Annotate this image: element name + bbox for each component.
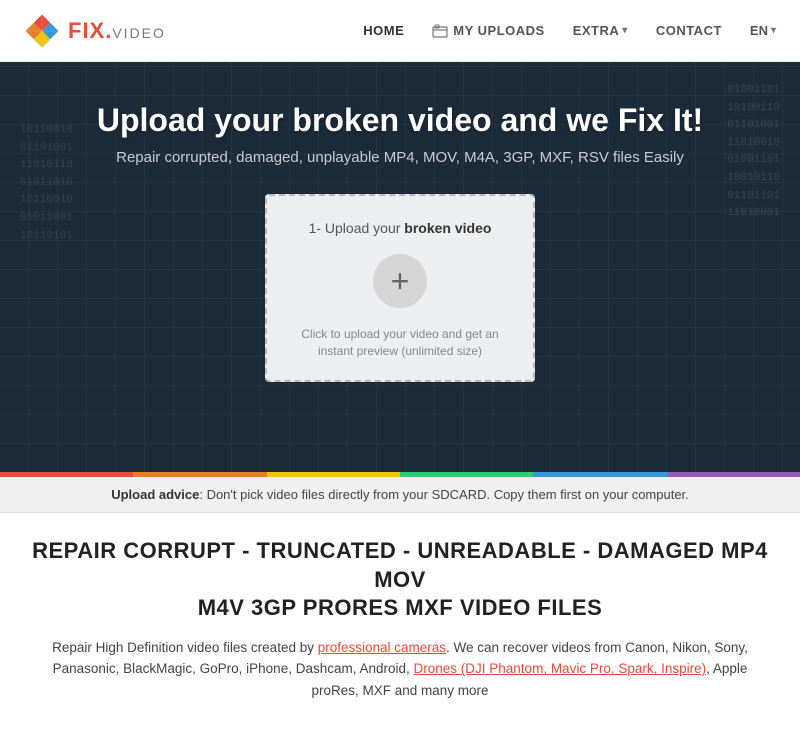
color-bar-purple: [667, 472, 800, 477]
uploads-icon: [432, 24, 448, 38]
nav-uploads[interactable]: MY UPLOADS: [432, 23, 544, 38]
color-bar-green: [400, 472, 533, 477]
advice-label: Upload advice: [111, 487, 199, 502]
extra-chevron-icon: ▾: [622, 25, 628, 36]
nav-contact[interactable]: CONTACT: [656, 23, 722, 38]
upload-plus-icon: +: [373, 254, 427, 308]
main-content: REPAIR CORRUPT - TRUNCATED - UNREADABLE …: [0, 513, 800, 732]
color-bar-orange: [133, 472, 266, 477]
lang-chevron-icon: ▾: [771, 25, 776, 36]
repair-desc: Repair High Definition video files creat…: [30, 637, 770, 702]
header: FIX.VIDEO HOME MY UPLOADS EXTRA ▾ CONTAC…: [0, 0, 800, 62]
color-bar-yellow: [267, 472, 400, 477]
nav-home[interactable]: HOME: [363, 23, 404, 38]
color-bar-blue: [533, 472, 666, 477]
upload-box-label: 1- Upload your broken video: [309, 220, 492, 236]
logo-icon: [24, 13, 60, 49]
professional-cameras-link[interactable]: professional cameras: [318, 640, 446, 655]
nav: HOME MY UPLOADS EXTRA ▾ CONTACT EN ▾: [363, 23, 776, 38]
nav-lang[interactable]: EN ▾: [750, 23, 776, 38]
logo-text: FIX.VIDEO: [68, 18, 166, 44]
drones-link[interactable]: Drones (DJI Phantom, Mavic Pro, Spark, I…: [414, 661, 707, 676]
color-bar: [0, 472, 800, 477]
advice-strip: Upload advice: Don't pick video files di…: [0, 477, 800, 513]
nav-extra[interactable]: EXTRA ▾: [573, 23, 628, 38]
upload-box[interactable]: 1- Upload your broken video + Click to u…: [265, 194, 535, 382]
hero-subtitle: Repair corrupted, damaged, unplayable MP…: [116, 149, 684, 166]
hero-title: Upload your broken video and we Fix It!: [97, 102, 703, 139]
advice-text: : Don't pick video files directly from y…: [199, 487, 688, 502]
logo[interactable]: FIX.VIDEO: [24, 13, 166, 49]
upload-hint: Click to upload your video and get an in…: [287, 326, 513, 360]
repair-heading: REPAIR CORRUPT - TRUNCATED - UNREADABLE …: [30, 537, 770, 623]
color-bar-red: [0, 472, 133, 477]
hero-section: 01001101 10100110 01101001 11010010 0100…: [0, 62, 800, 472]
